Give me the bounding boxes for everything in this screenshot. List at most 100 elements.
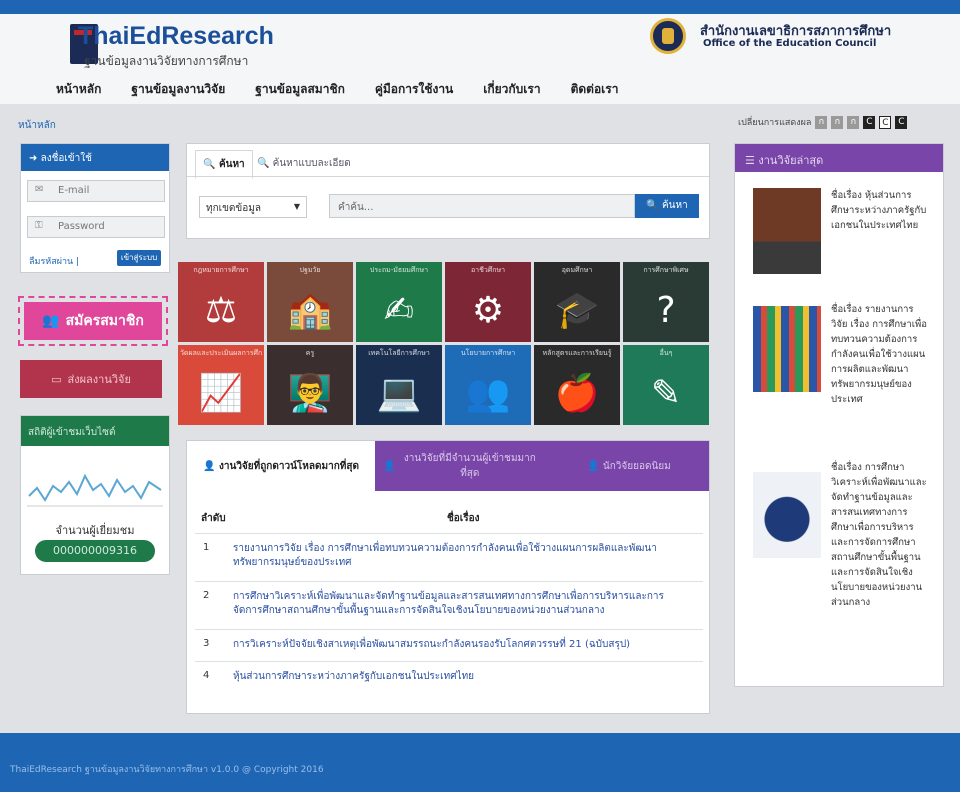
category-tile-label: อาชีวศึกษา — [470, 266, 506, 274]
latest-item[interactable]: ชื่อเรื่อง รายงานการวิจัย เรื่อง การศึกษ… — [753, 302, 929, 452]
register-label: สมัครสมาชิก — [65, 313, 144, 329]
category-tile[interactable]: อาชีวศึกษา ⚙ — [445, 262, 531, 342]
forgot-password-link[interactable]: ลืมรหัสผ่าน | — [29, 254, 79, 268]
contrast-button-3[interactable]: C — [895, 115, 908, 129]
contrast-button-2[interactable]: C — [879, 115, 892, 129]
search-input[interactable]: คำค้น... — [329, 194, 635, 218]
office-seal-icon — [650, 18, 686, 54]
tab-most-viewed-label: งานวิจัยที่มีจำนวนผู้เข้าชมมากที่สุด — [403, 453, 536, 479]
tab-basic-label: ค้นหา — [218, 159, 245, 170]
row-title-link[interactable]: รายงานการวิจัย เรื่อง การศึกษาเพื่อทบทวน… — [233, 542, 693, 570]
category-tile[interactable]: เทคโนโลยีการศึกษา 💻 — [356, 345, 442, 425]
latest-item-text[interactable]: ชื่อเรื่อง หุ้นส่วนการศึกษาระหว่างภาครัฐ… — [831, 188, 929, 233]
book-cover-image[interactable] — [753, 188, 821, 274]
search-icon: 🔍 — [203, 159, 216, 170]
breadcrumb[interactable]: หน้าหลัก — [18, 118, 56, 133]
category-tile[interactable]: กฎหมายการศึกษา ⚖ — [178, 262, 264, 342]
latest-research-header: ☰ งานวิจัยล่าสุด — [735, 144, 943, 172]
category-tile-label: กฎหมายการศึกษา — [193, 266, 249, 274]
login-button[interactable]: เข้าสู่ระบบ — [117, 250, 161, 266]
nav-contact[interactable]: ติดต่อเรา — [571, 80, 619, 98]
stats-label: จำนวนผู้เยี่ยมชม — [55, 524, 135, 537]
category-tile[interactable]: ประถม-มัธยมศึกษา ✍ — [356, 262, 442, 342]
row-number: 1 — [203, 542, 210, 553]
tab-advanced-search[interactable]: 🔍 ค้นหาแบบละเอียด — [257, 156, 351, 171]
category-tile-label: อื่นๆ — [659, 349, 673, 357]
latest-item[interactable]: ชื่อเรื่อง การศึกษาวิเคราะห์เพื่อพัฒนาแล… — [753, 460, 929, 680]
row-title-link[interactable]: การวิเคราะห์ปัจจัยเชิงสาเหตุเพื่อพัฒนาสม… — [233, 638, 693, 652]
category-tile-label: เทคโนโลยีการศึกษา — [368, 349, 430, 357]
password-field[interactable]: ⚿ Password — [27, 216, 165, 238]
row-title-link[interactable]: การศึกษาวิเคราะห์เพื่อพัฒนาและจัดทำฐานข้… — [233, 590, 693, 618]
search-button-label: ค้นหา — [661, 200, 688, 211]
tab-most-viewed[interactable]: 👤 งานวิจัยที่มีจำนวนผู้เข้าชมมากที่สุด — [377, 441, 547, 491]
category-tile[interactable]: นโยบายการศึกษา 👥 — [445, 345, 531, 425]
visitor-stats-panel: สถิติผู้เข้าชมเว็บไซต์ จำนวนผู้เยี่ยมชม … — [20, 415, 170, 575]
email-field[interactable]: ✉ E-mail — [27, 180, 165, 202]
site-logo-title[interactable]: ThaiEdResearch — [78, 22, 274, 51]
login-header: ➜ ลงชื่อเข้าใช้ — [21, 144, 169, 171]
popular-research-panel: 👤 งานวิจัยที่ถูกดาวน์โหลดมากที่สุด 👤 งาน… — [186, 440, 710, 714]
password-placeholder: Password — [58, 221, 105, 232]
table-row[interactable]: 3 การวิเคราะห์ปัจจัยเชิงสาเหตุเพื่อพัฒนา… — [195, 629, 703, 659]
meeting-icon: 👥 — [465, 373, 511, 414]
row-title-link[interactable]: หุ้นส่วนการศึกษาระหว่างภาครัฐกับเอกชนในป… — [233, 670, 693, 684]
graduate-icon: 🎓 — [554, 290, 600, 331]
font-small-button[interactable]: ก — [815, 115, 828, 129]
search-placeholder: คำค้น... — [338, 202, 374, 213]
category-tile[interactable]: ปฐมวัย 🏫 — [267, 262, 353, 342]
tab-basic-search[interactable]: 🔍 ค้นหา — [195, 150, 253, 179]
tab-most-downloaded[interactable]: 👤 งานวิจัยที่ถูกดาวน์โหลดมากที่สุด — [187, 441, 375, 491]
user-icon: 👤 — [203, 460, 216, 472]
category-tiles: กฎหมายการศึกษา ⚖ ปฐมวัย 🏫 ประถม-มัธยมศึกษา ✍ อ… — [178, 262, 712, 426]
nav-manual[interactable]: คู่มือการใช้งาน — [375, 80, 453, 98]
category-tile[interactable]: อื่นๆ ✎ — [623, 345, 709, 425]
send-research-button[interactable]: ▭ ส่งผลงานวิจัย — [20, 360, 162, 398]
category-tile[interactable]: การศึกษาพิเศษ? — [623, 262, 709, 342]
category-tile-label: หลักสูตรและการเรียนรู้ — [542, 349, 612, 357]
student-desk-icon: ✍ — [383, 289, 415, 331]
user-icon-2: 👤 — [383, 460, 396, 472]
latest-item-text[interactable]: ชื่อเรื่อง การศึกษาวิเคราะห์เพื่อพัฒนาแล… — [831, 460, 929, 610]
user-icon-3: 👤 — [587, 460, 600, 472]
font-size-bar: เปลี่ยนการแสดงผล ก ก ก C C C — [738, 115, 908, 129]
table-row[interactable]: 2 การศึกษาวิเคราะห์เพื่อพัฒนาและจัดทำฐาน… — [195, 581, 703, 625]
book-cover-image[interactable] — [753, 472, 821, 558]
latest-item-text[interactable]: ชื่อเรื่อง รายงานการวิจัย เรื่อง การศึกษ… — [831, 302, 929, 407]
category-tile-label: นโยบายการศึกษา — [460, 349, 516, 357]
category-tile[interactable]: วัดผลและประเมินผลการศึกษา 📈 — [178, 345, 264, 425]
category-tile[interactable]: อุดมศึกษา 🎓 — [534, 262, 620, 342]
nav-home[interactable]: หน้าหลัก — [56, 80, 101, 98]
table-row[interactable]: 1 รายงานการวิจัย เรื่อง การศึกษาเพื่อทบท… — [195, 533, 703, 577]
tab-divider — [187, 176, 709, 177]
font-large-button[interactable]: ก — [847, 115, 860, 129]
search-button-icon: 🔍 — [646, 200, 659, 211]
category-tile-label: ครู — [305, 349, 315, 357]
register-button[interactable]: 👥 สมัครสมาชิก — [18, 296, 168, 346]
field-select-value: ทุกเขตข้อมูล — [206, 203, 261, 214]
font-size-label: เปลี่ยนการแสดงผล — [738, 118, 812, 128]
latest-item[interactable]: ชื่อเรื่อง หุ้นส่วนการศึกษาระหว่างภาครัฐ… — [753, 188, 929, 288]
field-select[interactable]: ทุกเขตข้อมูล ▼ — [199, 196, 307, 218]
zoom-icon: 🔍 — [257, 158, 270, 169]
caret-down-icon: ▼ — [293, 202, 300, 211]
site-logo-subtitle: ฐานข้อมูลงานวิจัยทางการศึกษา — [84, 54, 249, 68]
search-button[interactable]: 🔍 ค้นหา — [635, 194, 699, 218]
latest-research-panel: ☰ งานวิจัยล่าสุด ชื่อเรื่อง หุ้นส่วนการศ… — [734, 143, 944, 687]
table-row[interactable]: 4 หุ้นส่วนการศึกษาระหว่างภาครัฐกับเอกชนใ… — [195, 661, 703, 691]
contrast-button-1[interactable]: C — [863, 115, 876, 129]
category-tile[interactable]: หลักสูตรและการเรียนรู้ 🍎 — [534, 345, 620, 425]
tab-popular-researchers[interactable]: 👤 นักวิจัยยอดนิยม — [549, 441, 709, 491]
nav-about[interactable]: เกี่ยวกับเรา — [483, 80, 540, 98]
book-cover-image[interactable] — [753, 306, 821, 392]
login-title: ลงชื่อเข้าใช้ — [40, 153, 92, 164]
main-nav: หน้าหลัก ฐานข้อมูลงานวิจัย ฐานข้อมูลสมาช… — [56, 80, 648, 98]
research-tabs: 👤 งานวิจัยที่ถูกดาวน์โหลดมากที่สุด 👤 งาน… — [187, 441, 709, 491]
growth-chart-icon: 📈 — [198, 373, 244, 414]
list-icon: ☰ — [745, 154, 755, 167]
nav-research-db[interactable]: ฐานข้อมูลงานวิจัย — [131, 80, 225, 98]
nav-member-db[interactable]: ฐานข้อมูลสมาชิก — [255, 80, 345, 98]
visitor-trend-chart — [27, 473, 163, 507]
category-tile[interactable]: ครู 👨‍🏫 — [267, 345, 353, 425]
font-medium-button[interactable]: ก — [831, 115, 844, 129]
